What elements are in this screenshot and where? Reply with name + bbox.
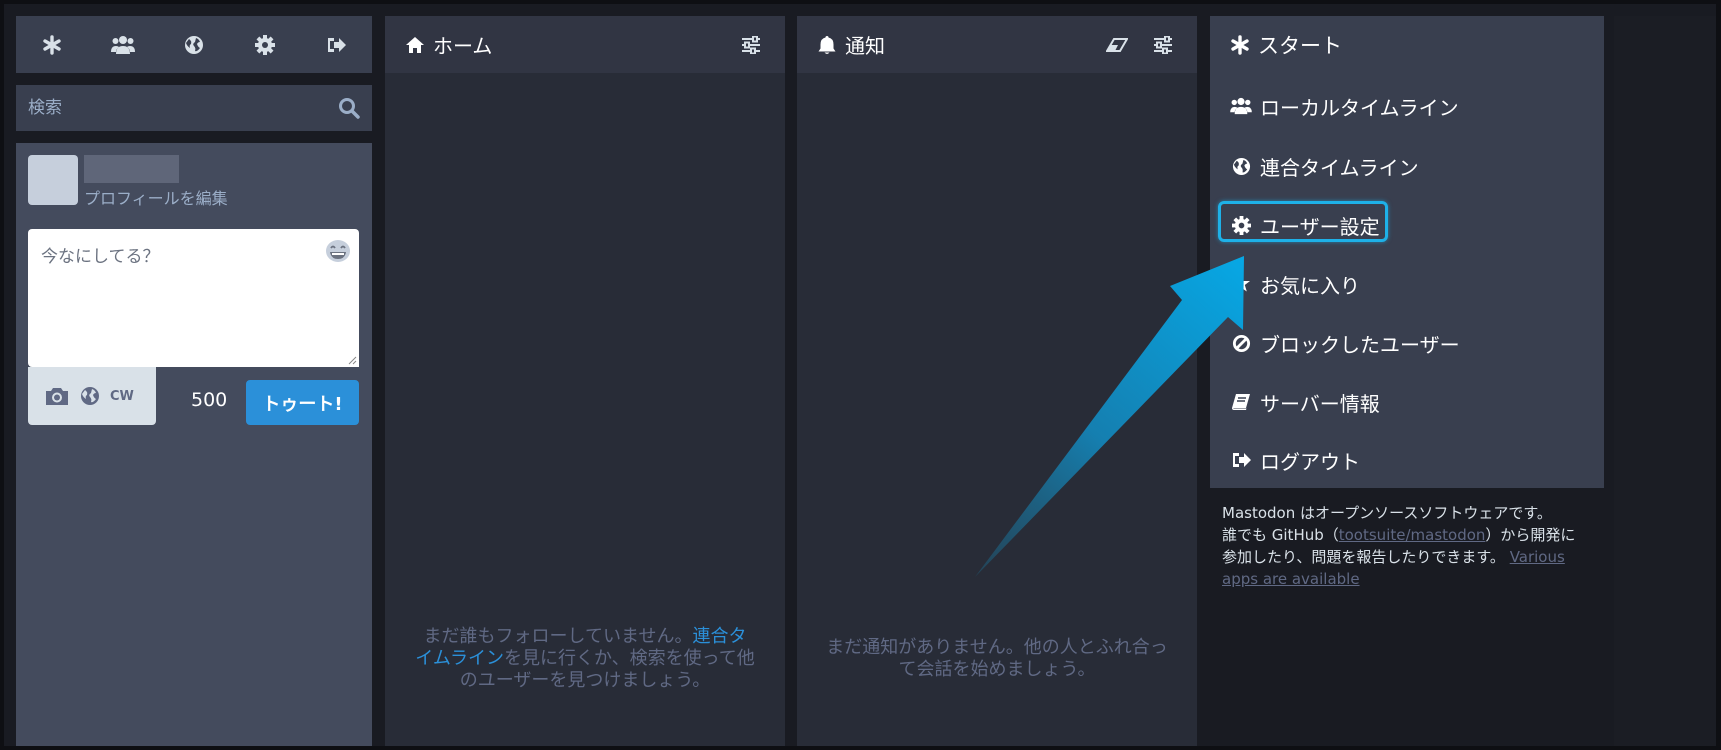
empty-message-text: まだ誰もフォローしていません。 (423, 626, 693, 647)
logout-tab[interactable] (316, 25, 356, 65)
search-input[interactable] (16, 85, 372, 131)
compose-textarea[interactable]: 今なにしてる？ (28, 229, 359, 367)
federated-timeline-tab[interactable] (174, 25, 214, 65)
home-icon (406, 36, 424, 53)
start-menu: ローカルタイムライン 連合タイムライン ユーザー設定 お気に入り ブロックしたユ… (1210, 73, 1604, 488)
menu-item-blocked-users[interactable]: ブロックしたユーザー (1230, 323, 1460, 363)
search-box (16, 85, 372, 131)
emoji-picker-icon[interactable] (325, 239, 351, 263)
home-column-title: ホーム (433, 34, 493, 58)
compose-panel: プロフィールを編集 今なにしてる？ CW 500 トゥート! (16, 143, 372, 746)
star-icon (1232, 275, 1250, 292)
globe-icon (1232, 157, 1250, 175)
users-icon (1230, 97, 1252, 115)
menu-item-label: ローカルタイムライン (1260, 95, 1459, 120)
navigation-bar: プロフィールを編集 (28, 155, 358, 209)
globe-icon[interactable] (80, 386, 100, 406)
resize-handle-icon[interactable] (347, 355, 357, 365)
start-footer: Mastodon はオープンソースソフトウェアです。 誰でも GitHub（to… (1210, 488, 1604, 590)
menu-item-server-info[interactable]: サーバー情報 (1230, 382, 1380, 422)
menu-item-label: ログアウト (1260, 449, 1360, 474)
github-repo-link[interactable]: tootsuite/mastodon (1339, 526, 1486, 544)
home-column-header[interactable]: ホーム (385, 16, 785, 73)
sliders-icon (742, 35, 760, 54)
compose-options: CW (28, 367, 156, 425)
globe-icon (184, 35, 203, 54)
drawer: プロフィールを編集 今なにしてる？ CW 500 トゥート! (16, 16, 372, 746)
empty-area (1614, 16, 1716, 746)
notifications-column-title: 通知 (845, 34, 885, 58)
bell-icon (818, 35, 836, 54)
toot-button[interactable]: トゥート! (246, 380, 359, 425)
camera-icon[interactable] (44, 385, 70, 407)
notifications-column: 通知 まだ通知がありません。他の人とふれ合って会話を始めましょう。 (797, 16, 1197, 746)
column-settings-button[interactable] (733, 27, 769, 63)
menu-item-local-timeline[interactable]: ローカルタイムライン (1230, 86, 1459, 126)
footer-text: 参加したり、問題を報告したりできます。 (1222, 548, 1505, 566)
getting-started-column: スタート ローカルタイムライン 連合タイムライン ユーザー設定 お気に入り ブロ… (1210, 16, 1604, 746)
menu-item-user-settings[interactable]: ユーザー設定 (1230, 205, 1380, 245)
menu-item-federated-timeline[interactable]: 連合タイムライン (1230, 146, 1419, 186)
home-empty-message: まだ誰もフォローしていません。連合タイムラインを見に行くか、検索を使って他のユー… (415, 626, 755, 692)
start-tab[interactable] (32, 25, 72, 65)
footer-text: 誰でも GitHub（ (1222, 526, 1339, 544)
local-timeline-tab[interactable] (103, 25, 143, 65)
menu-item-logout[interactable]: ログアウト (1230, 440, 1360, 480)
menu-item-label: ユーザー設定 (1260, 214, 1380, 239)
search-icon[interactable] (338, 97, 360, 119)
menu-item-label: 連合タイムライン (1260, 155, 1419, 180)
start-column-header: スタート (1210, 16, 1604, 73)
ban-icon (1232, 334, 1250, 352)
menu-item-label: サーバー情報 (1260, 391, 1380, 416)
content-warning-toggle[interactable]: CW (110, 389, 134, 404)
display-name-redacted (84, 155, 179, 183)
footer-line: 誰でも GitHub（tootsuite/mastodon）から開発に (1222, 524, 1592, 546)
sign-out-icon (328, 37, 347, 52)
book-icon (1232, 394, 1250, 410)
avatar[interactable] (28, 155, 78, 205)
clear-notifications-button[interactable] (1099, 27, 1135, 63)
column-settings-button[interactable] (1145, 27, 1181, 63)
menu-item-label: お気に入り (1260, 273, 1360, 298)
edit-profile-link[interactable]: プロフィールを編集 (84, 185, 228, 209)
notifications-column-header[interactable]: 通知 (797, 16, 1197, 73)
asterisk-icon (42, 34, 61, 55)
compose-placeholder: 今なにしてる？ (41, 247, 160, 267)
users-icon (110, 35, 135, 54)
sliders-icon (1154, 35, 1172, 54)
footer-text: ）から開発に (1485, 526, 1576, 544)
app-frame: プロフィールを編集 今なにしてる？ CW 500 トゥート! ホーム (4, 4, 1716, 746)
eraser-icon (1106, 37, 1128, 52)
empty-message-text: を見に行くか、検索を使って他のユーザーを見つけましょう。 (459, 648, 755, 691)
menu-item-label: ブロックしたユーザー (1260, 332, 1460, 357)
character-counter: 500 (191, 389, 228, 411)
asterisk-icon (1231, 34, 1249, 55)
start-column-title: スタート (1258, 33, 1342, 58)
footer-line: Mastodon はオープンソースソフトウェアです。 (1222, 504, 1552, 522)
menu-item-favourites[interactable]: お気に入り (1230, 264, 1360, 304)
gear-icon (1231, 215, 1251, 235)
sign-out-icon (1233, 453, 1251, 467)
gear-icon (255, 34, 276, 55)
settings-tab[interactable] (245, 25, 285, 65)
notifications-empty-message: まだ通知がありません。他の人とふれ合って会話を始めましょう。 (826, 637, 1168, 680)
home-column: ホーム まだ誰もフォローしていません。連合タイムラインを見に行くか、検索を使って… (385, 16, 785, 746)
footer-line: 参加したり、問題を報告したりできます。 Various apps are ava… (1222, 546, 1592, 590)
drawer-tabs (16, 16, 372, 73)
